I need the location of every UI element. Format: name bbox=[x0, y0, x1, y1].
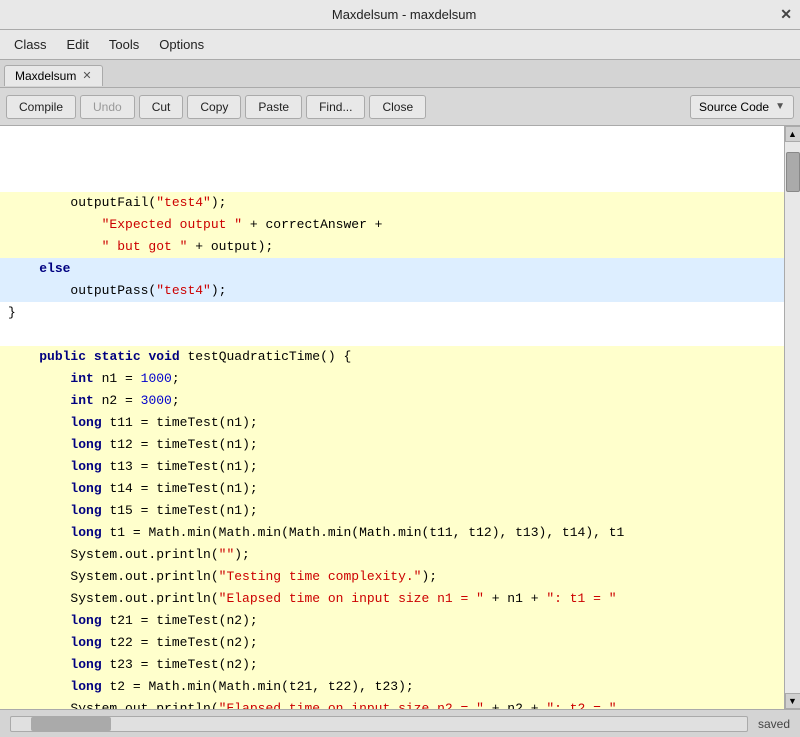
code-line: long t14 = timeTest(n1); bbox=[0, 478, 784, 500]
source-code-dropdown[interactable]: Source Code ▼ bbox=[690, 95, 794, 119]
code-line: long t11 = timeTest(n1); bbox=[0, 412, 784, 434]
find-button[interactable]: Find... bbox=[306, 95, 365, 119]
close-window-button[interactable]: ✕ bbox=[780, 6, 792, 23]
window-title: Maxdelsum - maxdelsum bbox=[28, 7, 780, 22]
saved-status: saved bbox=[758, 717, 790, 731]
code-line: outputPass("test4"); bbox=[0, 280, 784, 302]
code-content: outputFail("test4"); "Expected output " … bbox=[0, 126, 784, 709]
code-editor: outputFail("test4"); "Expected output " … bbox=[0, 126, 800, 709]
tab-bar: Maxdelsum ✕ bbox=[0, 60, 800, 88]
hscroll-thumb[interactable] bbox=[31, 717, 111, 731]
code-line: long t15 = timeTest(n1); bbox=[0, 500, 784, 522]
code-line: else bbox=[0, 258, 784, 280]
code-line: long t2 = Math.min(Math.min(t21, t22), t… bbox=[0, 676, 784, 698]
close-button[interactable]: Close bbox=[369, 95, 426, 119]
tab-maxdelsum[interactable]: Maxdelsum ✕ bbox=[4, 65, 103, 86]
cut-button[interactable]: Cut bbox=[139, 95, 184, 119]
menu-bar: Class Edit Tools Options bbox=[0, 30, 800, 60]
scroll-thumb[interactable] bbox=[786, 152, 800, 192]
code-line bbox=[0, 324, 784, 346]
code-line: " but got " + output); bbox=[0, 236, 784, 258]
scroll-down-button[interactable]: ▼ bbox=[785, 693, 800, 709]
title-bar: Maxdelsum - maxdelsum ✕ bbox=[0, 0, 800, 30]
code-line: long t12 = timeTest(n1); bbox=[0, 434, 784, 456]
code-line: long t23 = timeTest(n2); bbox=[0, 654, 784, 676]
menu-edit[interactable]: Edit bbox=[57, 33, 99, 56]
toolbar: Compile Undo Cut Copy Paste Find... Clos… bbox=[0, 88, 800, 126]
code-line: outputFail("test4"); bbox=[0, 192, 784, 214]
source-code-label: Source Code bbox=[699, 100, 769, 114]
code-line: System.out.println("Testing time complex… bbox=[0, 566, 784, 588]
code-line: System.out.println(""); bbox=[0, 544, 784, 566]
menu-class[interactable]: Class bbox=[4, 33, 57, 56]
code-line: System.out.println("Elapsed time on inpu… bbox=[0, 588, 784, 610]
code-line: public static void testQuadraticTime() { bbox=[0, 346, 784, 368]
code-line: System.out.println("Elapsed time on inpu… bbox=[0, 698, 784, 709]
scroll-track[interactable] bbox=[785, 142, 800, 693]
paste-button[interactable]: Paste bbox=[245, 95, 302, 119]
menu-tools[interactable]: Tools bbox=[99, 33, 149, 56]
compile-button[interactable]: Compile bbox=[6, 95, 76, 119]
tab-close-icon[interactable]: ✕ bbox=[82, 69, 91, 82]
code-line: } bbox=[0, 302, 784, 324]
code-line: int n1 = 1000; bbox=[0, 368, 784, 390]
tab-label: Maxdelsum bbox=[15, 69, 76, 83]
code-line: long t21 = timeTest(n2); bbox=[0, 610, 784, 632]
code-scroll-area[interactable]: outputFail("test4"); "Expected output " … bbox=[0, 126, 784, 709]
code-line: long t22 = timeTest(n2); bbox=[0, 632, 784, 654]
code-line: long t1 = Math.min(Math.min(Math.min(Mat… bbox=[0, 522, 784, 544]
vertical-scrollbar[interactable]: ▲ ▼ bbox=[784, 126, 800, 709]
status-bar: saved bbox=[0, 709, 800, 737]
scroll-up-button[interactable]: ▲ bbox=[785, 126, 800, 142]
code-line: long t13 = timeTest(n1); bbox=[0, 456, 784, 478]
undo-button[interactable]: Undo bbox=[80, 95, 135, 119]
code-line: int n2 = 3000; bbox=[0, 390, 784, 412]
copy-button[interactable]: Copy bbox=[187, 95, 241, 119]
menu-options[interactable]: Options bbox=[149, 33, 214, 56]
horizontal-scrollbar[interactable] bbox=[10, 716, 748, 732]
code-line: "Expected output " + correctAnswer + bbox=[0, 214, 784, 236]
dropdown-arrow-icon: ▼ bbox=[775, 101, 785, 112]
